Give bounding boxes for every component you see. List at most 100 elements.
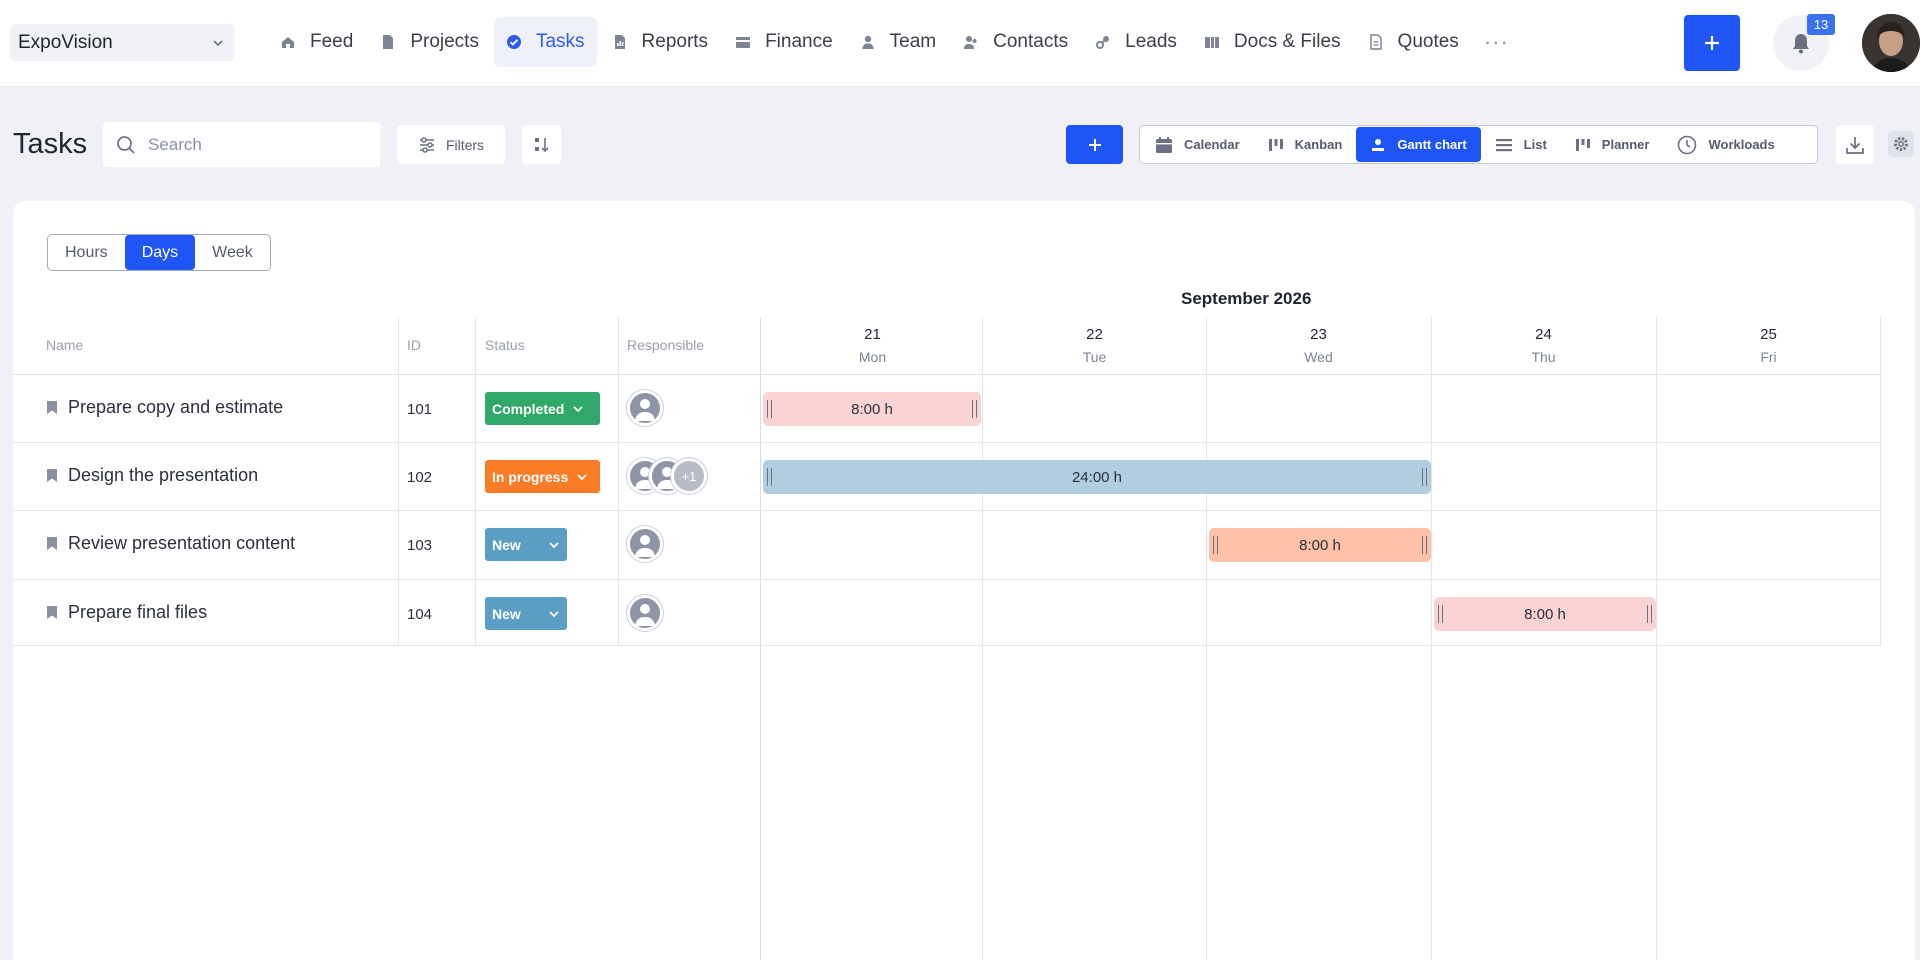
chevron-down-icon <box>213 39 223 46</box>
view-planner[interactable]: Planner <box>1561 127 1664 162</box>
resize-handle-left[interactable] <box>1213 536 1218 554</box>
assignee-avatar[interactable] <box>627 390 663 426</box>
view-list[interactable]: List <box>1481 127 1561 162</box>
day-header: 24 Thu <box>1431 324 1656 368</box>
scale-hours[interactable]: Hours <box>48 235 125 270</box>
view-label: List <box>1523 137 1547 152</box>
status-dropdown[interactable]: New <box>485 528 567 561</box>
view-kanban[interactable]: Kanban <box>1254 127 1357 162</box>
status-dropdown[interactable]: In progress <box>485 460 600 493</box>
resize-handle-left[interactable] <box>1438 605 1443 623</box>
month-label: September 2026 <box>1181 289 1312 308</box>
col-header-responsible[interactable]: Responsible <box>627 337 704 353</box>
folder-icon <box>1204 37 1219 48</box>
nav-item-finance[interactable]: Finance <box>723 17 845 67</box>
view-calendar[interactable]: Calendar <box>1141 127 1254 162</box>
gantt-bar[interactable]: 8:00 h <box>1209 528 1431 562</box>
download-button[interactable] <box>1836 125 1874 164</box>
search-box[interactable] <box>103 122 380 167</box>
view-gantt[interactable]: Gantt chart <box>1356 127 1481 162</box>
filters-button[interactable]: Filters <box>397 125 505 164</box>
filters-label: Filters <box>445 136 485 153</box>
resize-handle-right[interactable] <box>972 400 977 418</box>
day-header: 21 Mon <box>760 324 985 368</box>
task-row[interactable]: Design the presentation 102 In progress … <box>13 443 1881 511</box>
task-id: 104 <box>407 606 433 623</box>
bookmark-icon <box>47 401 57 414</box>
resize-handle-left[interactable] <box>767 400 772 418</box>
nav-item-tasks[interactable]: Tasks <box>493 17 597 67</box>
col-header-status[interactable]: Status <box>485 337 525 353</box>
resize-handle-right[interactable] <box>1422 468 1427 486</box>
nav-label: Feed <box>310 31 354 52</box>
task-name[interactable]: Prepare copy and estimate <box>46 397 283 418</box>
nav-item-reports[interactable]: Reports <box>600 17 721 67</box>
task-row[interactable]: Prepare copy and estimate 101 Completed … <box>13 375 1881 443</box>
task-name-text: Review presentation content <box>68 533 296 553</box>
view-label: Calendar <box>1184 137 1240 152</box>
col-header-name[interactable]: Name <box>46 337 83 353</box>
status-label: New <box>492 605 521 622</box>
bar-duration: 8:00 h <box>851 400 893 418</box>
resize-handle-right[interactable] <box>1422 536 1427 554</box>
bookmark-icon <box>47 537 57 550</box>
nav-item-projects[interactable]: Projects <box>368 17 491 67</box>
day-header: 25 Fri <box>1656 324 1881 368</box>
task-name[interactable]: Review presentation content <box>46 533 295 554</box>
task-name[interactable]: Design the presentation <box>46 465 258 486</box>
nav-item-leads[interactable]: Leads <box>1083 17 1189 67</box>
status-dropdown[interactable]: Completed <box>485 392 600 425</box>
nav-item-contacts[interactable]: Contacts <box>951 17 1080 67</box>
task-name[interactable]: Prepare final files <box>46 602 207 623</box>
task-id: 101 <box>407 401 433 418</box>
gantt-bar[interactable]: 8:00 h <box>1434 597 1656 631</box>
bar-duration: 8:00 h <box>1524 605 1566 623</box>
add-task-button[interactable] <box>1066 125 1123 164</box>
search-input[interactable] <box>148 134 348 155</box>
bar-duration: 8:00 h <box>1299 536 1341 554</box>
calendar-icon <box>1156 136 1172 153</box>
nav-label: Quotes <box>1397 31 1459 52</box>
task-row[interactable]: Review presentation content 103 New 8:00… <box>13 511 1881 580</box>
day-header: 22 Tue <box>982 324 1207 368</box>
assignee-avatar[interactable] <box>627 595 663 631</box>
status-dropdown[interactable]: New <box>485 597 567 630</box>
view-workloads[interactable]: Workloads <box>1663 127 1788 162</box>
list-icon <box>1495 138 1512 151</box>
bookmark-icon <box>47 606 57 619</box>
sort-button[interactable] <box>522 125 561 164</box>
resize-handle-left[interactable] <box>767 468 772 486</box>
bar-duration: 24:00 h <box>1071 468 1123 486</box>
more-assignees-badge[interactable]: +1 <box>671 458 707 494</box>
user-photo-icon <box>1862 14 1920 72</box>
user-avatar[interactable] <box>1862 14 1920 72</box>
assignee-avatar[interactable] <box>627 526 663 562</box>
nav-label: Contacts <box>993 31 1069 52</box>
view-label: Gantt chart <box>1397 137 1467 152</box>
wallet-icon <box>736 37 751 48</box>
status-label: Completed <box>492 400 565 417</box>
plus-icon <box>1705 36 1719 50</box>
nav-item-quotes[interactable]: Quotes <box>1356 17 1471 67</box>
gantt-panel: Hours Days Week September 2026 Name ID S… <box>13 201 1915 960</box>
scale-days[interactable]: Days <box>124 235 196 270</box>
view-switcher: Calendar Kanban Gantt chart List Planner… <box>1139 125 1818 164</box>
notification-count-badge: 13 <box>1807 14 1835 35</box>
task-row[interactable]: Prepare final files 104 New 8:00 h <box>13 580 1881 646</box>
nav-label: Reports <box>641 31 709 52</box>
gantt-bar[interactable]: 8:00 h <box>763 392 981 426</box>
gantt-bar[interactable]: 24:00 h <box>763 460 1431 494</box>
nav-item-docs-files[interactable]: Docs & Files <box>1192 17 1353 67</box>
settings-button[interactable] <box>1888 131 1914 157</box>
global-add-button[interactable] <box>1684 15 1740 71</box>
nav-more-button[interactable]: ··· <box>1474 29 1519 55</box>
nav-item-team[interactable]: Team <box>848 17 948 67</box>
resize-handle-right[interactable] <box>1647 605 1652 623</box>
col-header-id[interactable]: ID <box>407 337 421 353</box>
contacts-icon <box>964 36 977 49</box>
workspace-select[interactable]: ExpoVision <box>10 24 235 61</box>
scale-week[interactable]: Week <box>195 235 270 270</box>
nav-item-feed[interactable]: Feed <box>268 17 365 67</box>
nav-label: Finance <box>765 31 833 52</box>
chevron-down-icon <box>577 473 587 480</box>
